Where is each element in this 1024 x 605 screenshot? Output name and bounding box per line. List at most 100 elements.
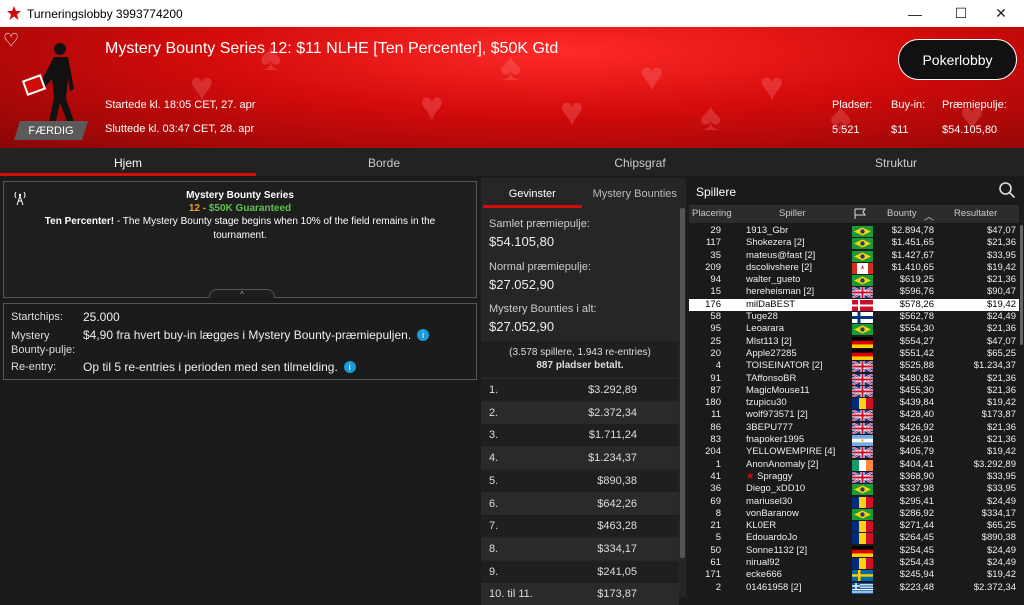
reentry-value: Op til 5 re-entries i perioden med sen t…: [83, 360, 356, 374]
player-name: 3BEPU777: [746, 422, 793, 434]
player-bounty: $596,76: [899, 286, 934, 298]
player-name: 1913_Gbr: [746, 225, 788, 237]
tab-chipgraph[interactable]: Chipsgraf: [512, 148, 768, 176]
player-row[interactable]: 21 KL0ER $271,44 $65,25: [689, 520, 1019, 533]
country-flag-icon: [852, 508, 873, 520]
player-name-text: YELLOWEMPIRE [4]: [746, 446, 836, 458]
player-row[interactable]: 176 milDaBEST $578,26 $19,42: [689, 298, 1019, 312]
poker-lobby-button[interactable]: Pokerlobby: [898, 39, 1017, 80]
player-name-text: MagicMouse11: [746, 384, 810, 396]
payout-amount: $2.372,34: [588, 406, 637, 419]
player-row[interactable]: 20 Apple27285 $551,42 $65,25: [689, 348, 1019, 360]
info-icon[interactable]: i: [343, 361, 356, 373]
player-name: KL0ER: [746, 520, 776, 532]
player-row[interactable]: 8 vonBaranow $286,92 $334,17: [689, 508, 1019, 520]
player-row[interactable]: 180 tzupicu30 $439,84 $19,42: [689, 397, 1019, 410]
player-row[interactable]: 91 TAffonsoBR $480,82 $21,36: [689, 373, 1019, 385]
player-row[interactable]: 29 1913_Gbr $2.894,78 $47,07: [689, 225, 1019, 237]
country-flag-icon: [852, 558, 873, 570]
player-row[interactable]: 11 wolf973571 [2] $428,40 $173,87: [689, 409, 1019, 422]
payout-amount: $1.711,24: [588, 429, 637, 442]
tab-tables[interactable]: Borde: [256, 148, 512, 176]
search-icon[interactable]: [998, 181, 1016, 199]
player-row[interactable]: 86 3BEPU777 $426,92 $21,36: [689, 422, 1019, 434]
player-row[interactable]: 117 Shokezera [2] $1.451,65 $21,36: [689, 237, 1019, 250]
prizepool-label: Præmiepulje:: [942, 99, 1007, 111]
players-search-bar[interactable]: Spillere: [689, 178, 1024, 204]
player-row[interactable]: 87 MagicMouse11 $455,30 $21,36: [689, 385, 1019, 397]
tab-winnings[interactable]: Gevinster: [481, 178, 584, 208]
minimize-button[interactable]: —: [892, 0, 938, 27]
player-bounty: $554,30: [899, 323, 934, 335]
player-name: dscolivshere [2]: [746, 262, 812, 274]
tab-structure[interactable]: Struktur: [768, 148, 1024, 176]
player-row[interactable]: 50 Sonne1132 [2] $254,45 $24,49: [689, 545, 1019, 557]
player-row[interactable]: 4 TOISEINATOR [2] $525,88 $1.234,37: [689, 360, 1019, 373]
player-result: $47,07: [986, 225, 1016, 236]
player-row[interactable]: 69 mariusel30 $295,41 $24,49: [689, 496, 1019, 508]
end-time: Sluttede kl. 03:47 CET, 28. apr: [105, 123, 255, 135]
col-result[interactable]: Resultater: [954, 208, 997, 219]
player-row[interactable]: 83 fnapoker1995 $426,91 $21,36: [689, 434, 1019, 447]
tab-mystery-bounties[interactable]: Mystery Bounties: [584, 178, 687, 208]
player-place: 94: [710, 274, 721, 286]
player-result: $19,42: [986, 397, 1016, 409]
player-name: vonBaranow: [746, 508, 799, 520]
info-icon[interactable]: i: [417, 329, 430, 341]
player-row[interactable]: 41 ★ Spraggy $368,90 $33,95: [689, 471, 1019, 483]
player-bounty: $525,88: [899, 360, 934, 372]
player-row[interactable]: 94 walter_gueto $619,25 $21,36: [689, 274, 1019, 287]
country-flag-icon: [852, 422, 873, 434]
payout-place: 6.: [489, 497, 499, 510]
player-result: $21,36: [986, 384, 1016, 396]
prizes-scrollbar[interactable]: [680, 208, 685, 558]
player-place: 29: [710, 225, 721, 236]
player-place: 1: [715, 458, 721, 470]
player-row[interactable]: 25 Mlst113 [2] $554,27 $47,07: [689, 336, 1019, 348]
col-player[interactable]: Spiller: [779, 208, 805, 219]
col-place[interactable]: Placering: [692, 208, 732, 219]
player-row[interactable]: 15 hereheisman [2] $596,76 $90,47: [689, 286, 1019, 299]
player-row[interactable]: 61 nirual92 $254,43 $24,49: [689, 557, 1019, 570]
player-place: 36: [710, 483, 721, 495]
player-row[interactable]: 95 Leoarara $554,30 $21,36: [689, 323, 1019, 336]
player-place: 41: [710, 470, 721, 482]
player-name: fnapoker1995: [746, 434, 804, 446]
series-description: Ten Percenter! - The Mystery Bounty stag…: [24, 215, 456, 243]
player-row[interactable]: 1 AnonAnomaly [2] $404,41 $3.292,89: [689, 459, 1019, 471]
payout-place: 9.: [489, 565, 499, 578]
tab-home[interactable]: Hjem: [0, 148, 256, 176]
player-row[interactable]: 2 01461958 [2] $223,48 $2.372,34: [689, 582, 1019, 594]
country-flag-icon: [852, 410, 873, 422]
collapse-toggle[interactable]: ^: [209, 289, 275, 299]
player-name-text: fnapoker1995: [746, 434, 805, 446]
player-place: 5: [715, 532, 721, 544]
player-result: $21,36: [986, 323, 1016, 335]
player-row[interactable]: 5 EdouardoJo $264,45 $890,38: [689, 532, 1019, 545]
player-row[interactable]: 58 Tuge28 $562,78 $24,49: [689, 311, 1019, 324]
player-name-text: Leoarara: [746, 323, 785, 335]
player-name: TAffonsoBR: [746, 373, 796, 385]
players-scrollbar[interactable]: [1020, 225, 1023, 345]
col-bounty[interactable]: Bounty: [887, 208, 917, 219]
startchips-label: Startchips:: [11, 311, 63, 323]
player-row[interactable]: 35 mateus@fast [2] $1.427,67 $33,95: [689, 250, 1019, 262]
country-flag-icon: [852, 471, 873, 483]
player-row[interactable]: 209 dscolivshere [2] $1.410,65 $19,42: [689, 262, 1019, 274]
payout-amount: $3.292,89: [588, 384, 637, 396]
player-result: $33,95: [986, 249, 1016, 261]
player-row[interactable]: 204 YELLOWEMPIRE [4] $405,79 $19,42: [689, 446, 1019, 459]
player-name-text: Sonne1132 [2]: [746, 544, 808, 556]
series-number: 12: [188, 203, 200, 214]
close-button[interactable]: ✕: [978, 0, 1024, 27]
player-row[interactable]: 171 ecke666 $245,94 $19,42: [689, 569, 1019, 582]
bounty-pool-label: Mystery Bounty-pulje:: [11, 330, 76, 356]
players-panel: Spillere Placering Spiller Bounty ︿ Resu…: [689, 178, 1024, 597]
player-name: TOISEINATOR [2]: [746, 360, 823, 372]
favorite-heart-icon[interactable]: ♡: [3, 30, 19, 51]
player-row[interactable]: 36 Diego_xDD10 $337,98 $33,95: [689, 483, 1019, 496]
sort-ascending-icon[interactable]: ︿: [924, 208, 934, 223]
country-flag-column-icon[interactable]: [853, 208, 867, 220]
payout-summary-players: (3.578 spillere, 1.943 re-entries): [509, 347, 651, 358]
player-place: 209: [705, 261, 721, 273]
